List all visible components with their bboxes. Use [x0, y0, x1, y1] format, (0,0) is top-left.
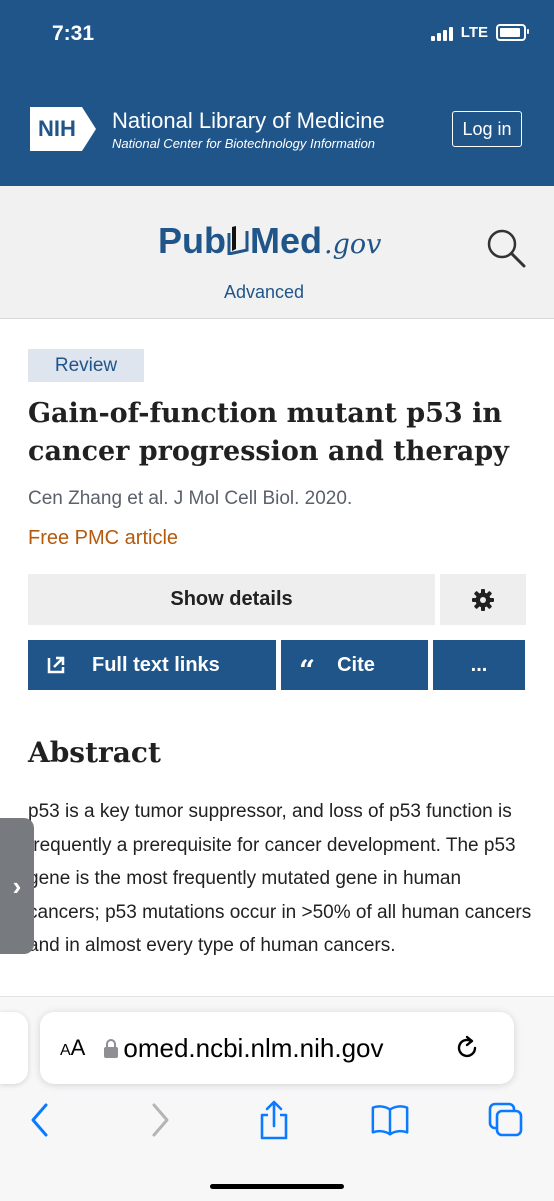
nih-logo[interactable]: NIH — [30, 106, 96, 152]
article-citation[interactable]: Cen Zhang et al. J Mol Cell Biol. 2020. — [28, 488, 352, 510]
article-title: Gain-of-function mutant p53 in cancer pr… — [28, 398, 509, 467]
share-button[interactable] — [254, 1100, 294, 1140]
show-details-button[interactable]: Show details — [28, 574, 435, 625]
cite-button[interactable]: “ Cite — [281, 640, 428, 690]
share-icon — [260, 1100, 288, 1140]
tabs-icon — [488, 1102, 523, 1137]
tabs-button[interactable] — [486, 1100, 526, 1140]
pubmed-logo-gov: .gov — [324, 229, 382, 260]
nih-arrow-icon — [81, 107, 96, 151]
advanced-search-link[interactable]: Advanced — [224, 282, 304, 303]
battery-icon — [496, 24, 529, 41]
nih-logo-text: NIH — [30, 107, 82, 151]
free-pmc-badge: Free PMC article — [28, 527, 179, 549]
pubmed-logo[interactable]: Pub Med .gov — [158, 220, 381, 262]
settings-button[interactable] — [440, 574, 526, 625]
signal-icon — [430, 25, 453, 41]
pubmed-logo-med: Med — [250, 220, 322, 261]
url-text[interactable]: omed.ncbi.nlm.nih.gov — [123, 1033, 445, 1064]
pubmed-logo-pub: Pub — [158, 220, 226, 261]
article-type-badge: Review — [28, 349, 144, 382]
chevron-left-icon — [31, 1103, 48, 1137]
external-link-icon — [47, 656, 65, 674]
gear-icon — [472, 588, 494, 611]
login-button[interactable]: Log in — [452, 111, 522, 147]
book-icon — [371, 1105, 409, 1136]
chevron-right-icon — [152, 1103, 169, 1137]
lock-icon — [104, 1039, 119, 1058]
cite-label: Cite — [337, 653, 375, 676]
nih-header: 7:31 LTE NIH National Library of Medicin… — [0, 0, 554, 186]
full-text-links-button[interactable]: Full text links — [28, 640, 276, 690]
home-indicator[interactable] — [210, 1184, 344, 1189]
nih-subtitle: National Center for Biotechnology Inform… — [112, 136, 376, 151]
abstract-heading: Abstract — [28, 736, 161, 769]
search-icon[interactable] — [484, 226, 528, 270]
nih-title-block[interactable]: National Library of Medicine National Ce… — [112, 108, 385, 151]
chevron-right-icon: › — [12, 870, 22, 901]
side-drawer-toggle[interactable]: › — [0, 818, 34, 954]
reload-icon[interactable] — [453, 1034, 481, 1062]
network-label: LTE — [460, 24, 488, 41]
back-button[interactable] — [20, 1100, 60, 1140]
previous-tab-url-bar[interactable] — [0, 1012, 28, 1084]
more-actions-button[interactable]: ... — [433, 640, 525, 690]
status-indicators: LTE — [430, 24, 529, 41]
address-bar[interactable]: AA omed.ncbi.nlm.nih.gov — [40, 1012, 514, 1084]
full-text-links-label: Full text links — [92, 653, 220, 676]
forward-button[interactable] — [140, 1100, 180, 1140]
book-mark-icon — [227, 226, 249, 255]
quote-icon: “ — [299, 654, 316, 687]
status-time: 7:31 — [52, 22, 95, 45]
bookmarks-button[interactable] — [370, 1100, 410, 1140]
nih-title: National Library of Medicine — [112, 108, 385, 133]
abstract-text: p53 is a key tumor suppressor, and loss … — [28, 801, 532, 957]
text-size-button[interactable]: AA — [60, 1035, 85, 1061]
